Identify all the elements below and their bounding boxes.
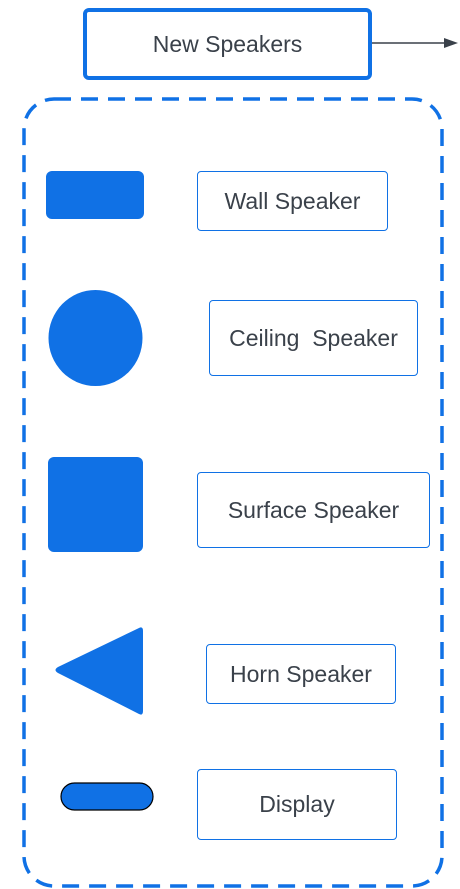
ceiling-speaker-label-box: Ceiling Speaker	[209, 300, 418, 376]
wall-speaker-label-box: Wall Speaker	[197, 171, 388, 231]
surface-speaker-symbol	[48, 457, 143, 552]
wall-speaker-symbol	[46, 171, 144, 219]
wall-speaker-label: Wall Speaker	[224, 187, 361, 214]
display-label-box: Display	[197, 769, 397, 840]
display-label: Display	[259, 791, 335, 817]
ceiling-speaker-label: Ceiling Speaker	[229, 324, 398, 351]
ceiling-speaker-symbol	[48, 290, 143, 386]
surface-speaker-label: Surface Speaker	[227, 496, 400, 523]
title-arrow-head	[444, 38, 458, 48]
legend-diagram	[22, 38, 458, 888]
title-text: New Speakers	[152, 30, 303, 57]
horn-speaker-label-box: Horn Speaker	[206, 644, 396, 704]
horn-speaker-label: Horn Speaker	[230, 660, 372, 687]
display-symbol	[60, 782, 154, 811]
horn-speaker-symbol	[55, 627, 143, 715]
title-box: New Speakers	[83, 8, 372, 80]
surface-speaker-label-box: Surface Speaker	[197, 472, 430, 548]
